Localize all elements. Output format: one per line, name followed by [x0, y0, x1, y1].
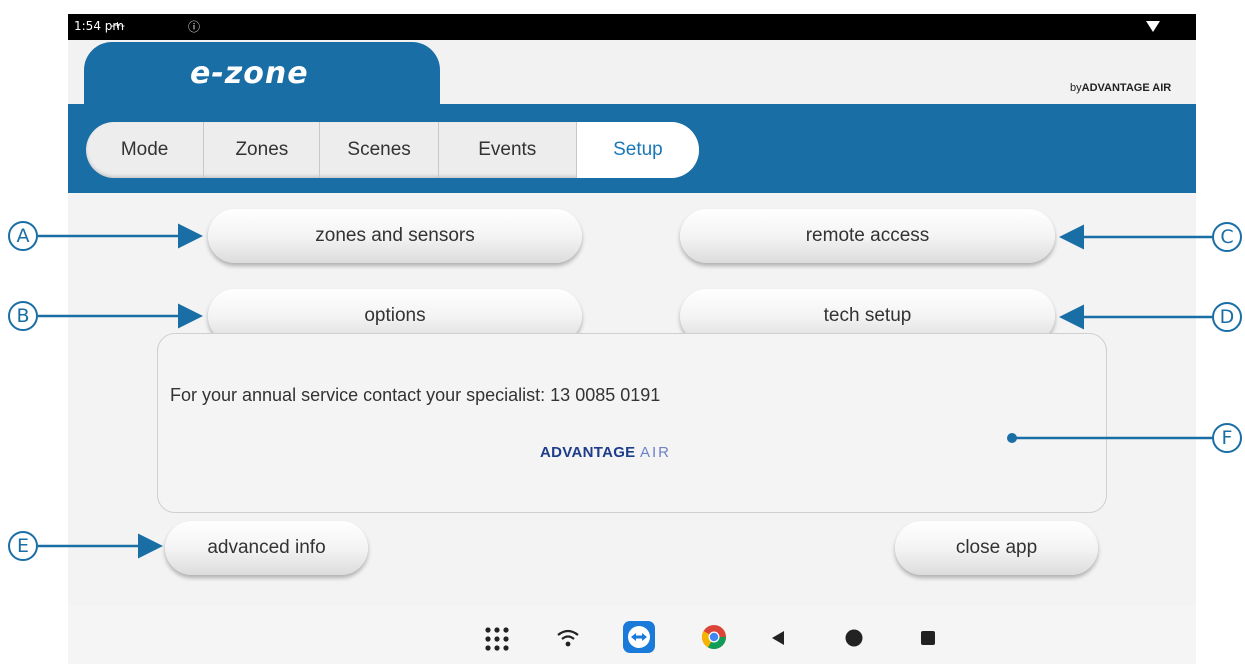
callout-c: C	[1212, 222, 1242, 252]
callout-d: D	[1212, 302, 1242, 332]
callout-a: A	[8, 221, 38, 251]
callout-e: E	[8, 531, 38, 561]
arrow-f-dot	[1007, 433, 1017, 443]
callout-b: B	[8, 301, 38, 331]
callout-f: F	[1212, 423, 1242, 453]
annotation-arrows	[38, 223, 1214, 559]
